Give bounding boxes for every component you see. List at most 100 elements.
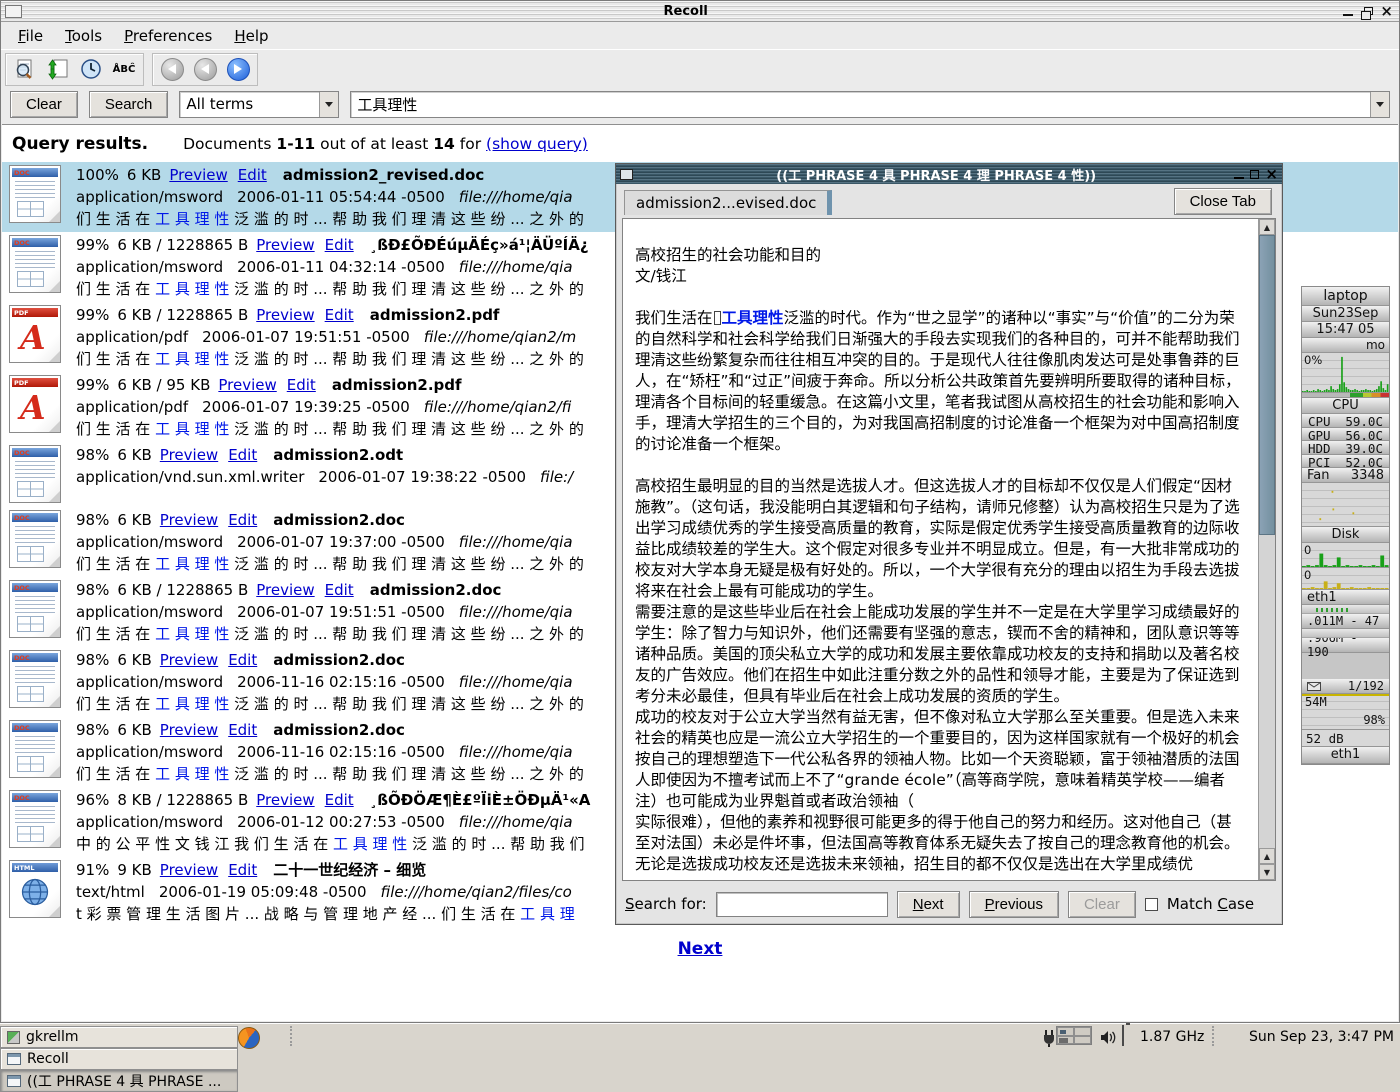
edit-link[interactable]: Edit [228,721,257,739]
history-button[interactable] [76,56,106,83]
search-mode-select[interactable]: All terms [179,91,339,118]
workspace-3[interactable] [1057,1036,1074,1045]
recoll-titlebar[interactable]: Recoll × [1,1,1399,22]
find-input[interactable] [716,892,888,917]
menubar: FileToolsPreferencesHelp [1,22,1399,49]
workspace-4[interactable] [1074,1036,1091,1045]
gkrellm-panel[interactable]: laptop Sun23Sep 15:47 05 mo 0% CPU CPU59… [1301,286,1390,765]
workspace-switcher[interactable] [1056,1026,1092,1045]
task-button-3[interactable]: ((工 PHRASE 4 具 PHRASE ... [0,1070,238,1092]
battery-icon[interactable] [1122,1025,1124,1046]
preview-link[interactable]: Preview [160,511,218,529]
find-previous-button[interactable]: Previous [969,891,1059,918]
preview-paragraph: 实际很难），但他的素养和视野很可能更多的得于他自己的努力和经历。这对他自己（甚至… [635,812,1246,875]
clear-button[interactable]: Clear [10,91,78,118]
preview-paragraph: 高校招生的社会功能和目的 [635,245,1246,266]
fan-chart [1302,483,1389,527]
preview-link[interactable]: Preview [160,446,218,464]
spellcheck-button[interactable]: ÅBĈ [109,56,139,83]
match-case-checkbox[interactable] [1145,898,1158,911]
edit-link[interactable]: Edit [228,511,257,529]
gkrellm-icon [7,1031,20,1044]
preview-link[interactable]: Preview [256,791,314,809]
window-icon [7,1075,21,1087]
search-button[interactable]: Search [89,91,169,118]
maximize-icon[interactable] [1364,7,1373,15]
preview-link[interactable]: Preview [256,581,314,599]
edit-link[interactable]: Edit [287,376,316,394]
task-label: Recoll [27,1051,69,1067]
edit-link[interactable]: Edit [238,166,267,184]
relevance-percent: 99% [76,236,109,254]
menu-preferences[interactable]: Preferences [115,24,221,48]
edit-link[interactable]: Edit [228,446,257,464]
menu-tools[interactable]: Tools [56,24,111,48]
mime-type: application/msword [76,188,223,206]
next-page-link[interactable]: Next [678,939,723,959]
window-menu-icon[interactable] [620,169,633,180]
mime-type: application/msword [76,813,223,831]
edit-link[interactable]: Edit [228,861,257,879]
nav-first-button[interactable] [157,56,187,83]
task-button-2[interactable]: Recoll [0,1048,238,1070]
scrollbar-track[interactable] [1259,535,1275,848]
close-icon[interactable]: × [1265,168,1278,181]
scroll-down-icon[interactable]: ▼ [1259,864,1275,880]
maximize-icon[interactable] [1250,170,1259,179]
find-clear-button[interactable]: Clear [1068,891,1136,918]
edit-link[interactable]: Edit [325,236,354,254]
net-tx-strip [1302,629,1389,638]
nav-forward-button[interactable] [223,56,253,83]
file-date: 2006-01-19 05:09:48 -0500 [159,883,367,901]
toolbar-group-actions: ÅBĈ [5,53,144,86]
task-button-1[interactable]: gkrellm [0,1026,238,1048]
scroll-up-icon[interactable]: ▲ [1259,219,1275,235]
preview-document-button[interactable] [10,56,40,83]
chevron-down-icon[interactable] [1370,92,1389,117]
volume-tray[interactable] [1096,1026,1122,1049]
file-size: 6 KB / 1228865 B [117,581,248,599]
edit-link[interactable]: Edit [325,306,354,324]
sort-documents-button[interactable] [43,56,73,83]
scroll-up-icon[interactable]: ▲ [1259,848,1275,864]
close-tab-button[interactable]: Close Tab [1174,188,1272,215]
taskbar-clock[interactable]: Sun Sep 23, 3:47 PM [1224,1029,1394,1045]
preview-link[interactable]: Preview [160,861,218,879]
file-type-icon: HTML [8,859,63,920]
cpu-chart: 0% [1302,353,1389,393]
window-menu-icon[interactable] [5,5,22,18]
preview-link[interactable]: Preview [256,306,314,324]
workspace-2[interactable] [1074,1027,1091,1036]
file-date: 2006-11-16 02:15:16 -0500 [237,743,445,761]
taskbar-separator[interactable] [1212,1026,1217,1046]
close-icon[interactable]: × [1380,5,1393,18]
find-next-button[interactable]: Next [897,891,960,918]
minimize-icon[interactable] [1343,14,1353,16]
arrow-right-icon [234,64,242,74]
tab-admission2[interactable]: admission2...evised.doc [624,190,832,215]
preview-link[interactable]: Preview [218,376,276,394]
taskbar-separator[interactable] [290,1026,295,1046]
edit-link[interactable]: Edit [325,581,354,599]
menu-help[interactable]: Help [225,24,277,48]
edit-link[interactable]: Edit [325,791,354,809]
preview-link[interactable]: Preview [256,236,314,254]
chevron-down-icon[interactable] [319,92,338,117]
preview-text[interactable]: 高校招生的社会功能和目的文/钱江 我们生活在工具理性泛滥的时代。作为“世之显学”… [623,219,1258,880]
scrollbar-thumb[interactable] [1259,235,1275,535]
disk-write-chart: 0 [1302,568,1389,590]
preview-link[interactable]: Preview [169,166,227,184]
preview-scrollbar[interactable]: ▲ ▲ ▼ [1258,219,1275,880]
show-query-link[interactable]: (show query) [486,135,588,153]
firefox-icon [238,1027,260,1049]
edit-link[interactable]: Edit [228,651,257,669]
workspace-1[interactable] [1057,1027,1074,1036]
firefox-launcher[interactable] [236,1026,262,1049]
menu-file[interactable]: File [9,24,52,48]
minimize-icon[interactable] [1234,177,1244,179]
preview-titlebar[interactable]: ((工 PHRASE 4 具 PHRASE 4 理 PHRASE 4 性)) × [616,164,1282,184]
preview-link[interactable]: Preview [160,721,218,739]
nav-back-button[interactable] [190,56,220,83]
preview-link[interactable]: Preview [160,651,218,669]
query-input[interactable]: 工具理性 [350,91,1390,118]
